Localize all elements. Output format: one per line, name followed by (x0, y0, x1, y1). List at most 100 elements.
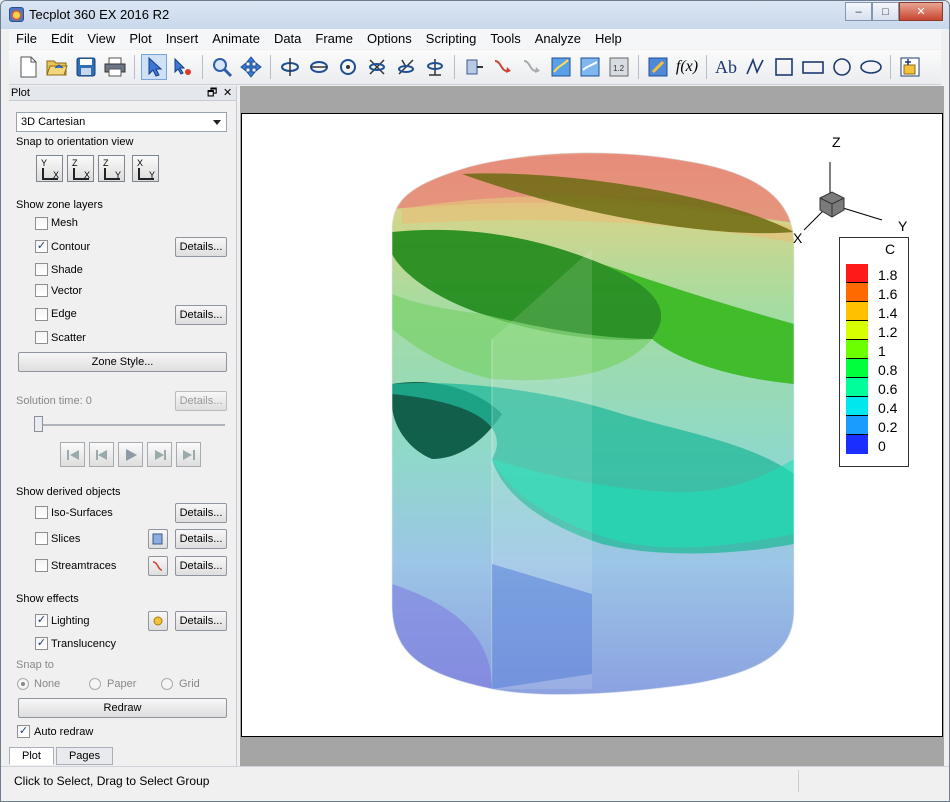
mesh-checkbox[interactable] (35, 217, 48, 230)
minimize-button[interactable]: ‒ (845, 2, 872, 21)
slice-icon[interactable] (519, 54, 545, 80)
slices-checkbox[interactable] (35, 532, 48, 545)
contour-details-button[interactable]: Details... (175, 237, 227, 257)
menu-scripting[interactable]: Scripting (419, 29, 484, 49)
streamtrace-tool-icon[interactable] (148, 556, 168, 576)
rectangle-icon[interactable] (800, 54, 826, 80)
menu-animate[interactable]: Animate (205, 29, 267, 49)
zone-style-button[interactable]: Zone Style... (18, 352, 227, 372)
save-icon[interactable] (73, 54, 99, 80)
adjustor-icon[interactable] (170, 54, 196, 80)
menu-plot[interactable]: Plot (122, 29, 158, 49)
open-folder-icon[interactable] (44, 54, 70, 80)
tab-pages[interactable]: Pages (55, 747, 114, 765)
chevron-down-icon (213, 120, 221, 125)
contour-legend[interactable]: C 1.8 1.6 1.4 1.2 1 0.8 0.6 0.4 0.2 0 (839, 237, 909, 467)
iso-surfaces-details-button[interactable]: Details... (175, 503, 227, 523)
float-panel-icon[interactable]: 🗗 (207, 86, 217, 100)
twist-icon[interactable] (422, 54, 448, 80)
snap-yx-button[interactable]: Y X (36, 155, 63, 182)
snap-axis-b: Y (148, 170, 155, 180)
function-icon[interactable]: f(x) (674, 54, 700, 80)
plot-frame[interactable]: Z X Y C 1.8 1.6 1.4 1.2 1 0.8 0.6 0.4 0.… (241, 113, 943, 737)
lighting-checkbox[interactable]: ✓ (35, 614, 48, 627)
maximize-button[interactable]: □ (872, 2, 899, 21)
square-icon[interactable] (771, 54, 797, 80)
contour-level-remove-icon[interactable] (577, 54, 603, 80)
lighting-details-button[interactable]: Details... (175, 611, 227, 631)
contour-level-add-icon[interactable] (548, 54, 574, 80)
scatter-checkbox[interactable] (35, 331, 48, 344)
solution-time-slider[interactable] (34, 416, 43, 432)
shade-checkbox[interactable] (35, 263, 48, 276)
slice-tool-icon[interactable] (148, 529, 168, 549)
window-title: Tecplot 360 EX 2016 R2 (29, 7, 170, 22)
circle-icon[interactable] (829, 54, 855, 80)
streamtraces-checkbox[interactable] (35, 559, 48, 572)
edge-details-button[interactable]: Details... (175, 305, 227, 325)
streamtrace-icon[interactable] (490, 54, 516, 80)
color-map-icon[interactable] (645, 54, 671, 80)
iso-surfaces-label: Iso-Surfaces (51, 507, 113, 519)
snap-grid-label: Grid (179, 678, 200, 690)
image-icon[interactable]: 1.2 (606, 54, 632, 80)
plot-panel-header: Plot 🗗 ✕ (9, 86, 236, 101)
snap-paper-radio[interactable] (89, 678, 101, 690)
contour-checkbox[interactable]: ✓ (35, 240, 48, 253)
menu-insert[interactable]: Insert (159, 29, 206, 49)
menu-edit[interactable]: Edit (44, 29, 80, 49)
menu-data[interactable]: Data (267, 29, 308, 49)
snap-zx-button[interactable]: Z X (67, 155, 94, 182)
solution-details-button[interactable]: Details... (175, 391, 227, 411)
close-panel-icon[interactable]: ✕ (223, 86, 232, 100)
close-button[interactable]: ✕ (899, 2, 943, 21)
new-file-icon[interactable] (15, 54, 41, 80)
menu-frame[interactable]: Frame (308, 29, 360, 49)
legend-colorbar (846, 264, 868, 454)
print-icon[interactable] (102, 54, 128, 80)
lighting-tool-icon[interactable] (148, 611, 168, 631)
first-frame-button[interactable] (60, 442, 85, 467)
snap-zy-button[interactable]: Z Y (98, 155, 125, 182)
rotate-y-icon[interactable] (306, 54, 332, 80)
select-arrow-icon[interactable] (141, 54, 167, 80)
slices-details-button[interactable]: Details... (175, 529, 227, 549)
menu-view[interactable]: View (80, 29, 122, 49)
menu-options[interactable]: Options (360, 29, 419, 49)
spin-icon[interactable] (393, 54, 419, 80)
redraw-button[interactable]: Redraw (18, 698, 227, 718)
zoom-icon[interactable] (209, 54, 235, 80)
edge-checkbox[interactable] (35, 308, 48, 321)
legend-swatch (846, 397, 868, 416)
polyline-icon[interactable] (742, 54, 768, 80)
probe-icon[interactable] (461, 54, 487, 80)
snap-none-radio[interactable] (17, 678, 29, 690)
menu-analyze[interactable]: Analyze (528, 29, 588, 49)
menu-help[interactable]: Help (588, 29, 629, 49)
menu-tools[interactable]: Tools (483, 29, 527, 49)
rotate-x-icon[interactable] (277, 54, 303, 80)
roll-icon[interactable] (364, 54, 390, 80)
auto-redraw-checkbox[interactable]: ✓ (17, 725, 30, 738)
menu-file[interactable]: File (9, 29, 44, 49)
step-forward-button[interactable] (147, 442, 172, 467)
iso-surfaces-checkbox[interactable] (35, 506, 48, 519)
ellipse-icon[interactable] (858, 54, 884, 80)
translucency-checkbox[interactable]: ✓ (35, 637, 48, 650)
vector-checkbox[interactable] (35, 284, 48, 297)
axis-label-z: Z (832, 134, 841, 150)
legend-level: 1 (878, 343, 886, 359)
snap-xy-button[interactable]: X Y (132, 155, 159, 182)
translate-icon[interactable] (238, 54, 264, 80)
text-icon[interactable]: Ab (713, 54, 739, 80)
snap-orientation-label: Snap to orientation view (16, 136, 134, 148)
streamtraces-details-button[interactable]: Details... (175, 556, 227, 576)
rotate-z-icon[interactable] (335, 54, 361, 80)
snap-grid-radio[interactable] (161, 678, 173, 690)
last-frame-button[interactable] (176, 442, 201, 467)
play-button[interactable] (118, 442, 143, 467)
step-back-button[interactable] (89, 442, 114, 467)
add-frame-icon[interactable] (897, 54, 923, 80)
plot-type-select[interactable]: 3D Cartesian (16, 112, 227, 132)
tab-plot[interactable]: Plot (9, 747, 54, 765)
